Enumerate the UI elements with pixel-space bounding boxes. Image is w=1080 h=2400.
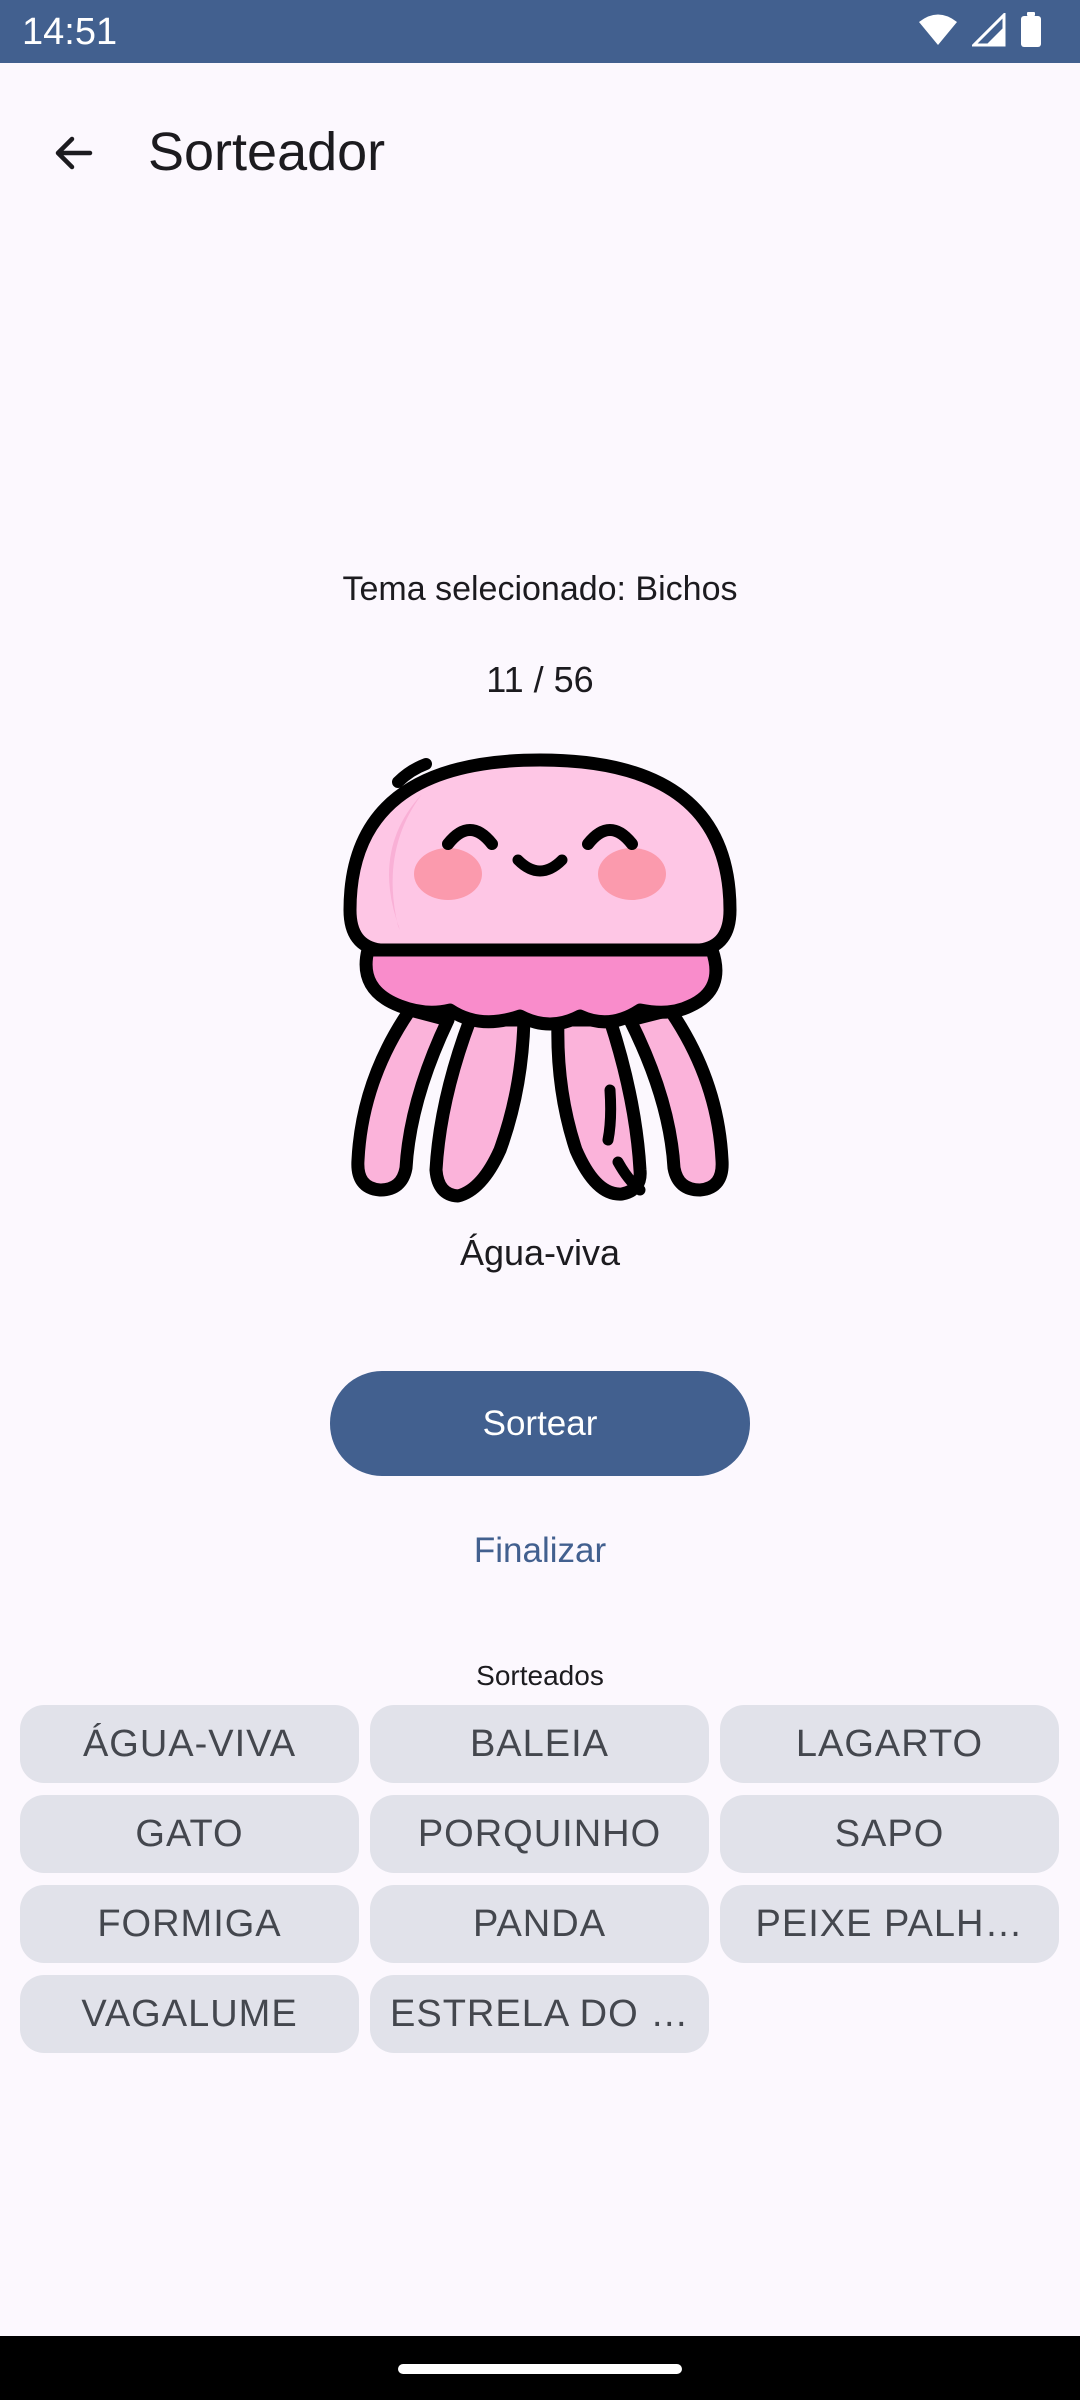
drawn-item-chip[interactable]: GATO: [20, 1795, 359, 1873]
drawn-item-chip[interactable]: ESTRELA DO …: [370, 1975, 709, 2053]
drawn-item-chip[interactable]: LAGARTO: [720, 1705, 1059, 1783]
status-icons: [918, 12, 1042, 48]
drawn-items-label: Sorteados: [476, 1660, 604, 1691]
top-app-bar: Sorteador: [0, 63, 1080, 233]
selected-theme-label: Tema selecionado: Bichos: [342, 570, 738, 608]
arrow-back-icon: [55, 136, 93, 170]
wifi-icon: [919, 14, 957, 45]
finish-button[interactable]: Finalizar: [0, 1526, 1080, 1576]
drawn-item-chip[interactable]: SAPO: [720, 1795, 1059, 1873]
status-bar: 14:51: [0, 0, 1080, 63]
drawn-item-chip[interactable]: PEIXE PALH…: [720, 1885, 1059, 1963]
drawn-item-chip[interactable]: ÁGUA-VIVA: [20, 1705, 359, 1783]
drawn-item-chip[interactable]: BALEIA: [370, 1705, 709, 1783]
battery-icon: [1021, 12, 1041, 47]
status-time: 14:51: [22, 11, 118, 53]
navigation-bar: [0, 2336, 1080, 2400]
drawn-item-chip[interactable]: VAGALUME: [20, 1975, 359, 2053]
jellyfish-illustration: [340, 720, 740, 1210]
home-gesture-handle[interactable]: [398, 2364, 682, 2374]
drawn-item-chip[interactable]: PORQUINHO: [370, 1795, 709, 1873]
drawn-item-chip[interactable]: FORMIGA: [20, 1885, 359, 1963]
drawn-item-chip[interactable]: PANDA: [370, 1885, 709, 1963]
draw-counter: 11 / 56: [486, 659, 594, 700]
draw-button[interactable]: Sortear: [330, 1371, 750, 1476]
signal-icon: [972, 13, 1006, 47]
page-title: Sorteador: [148, 122, 386, 182]
back-button[interactable]: [34, 113, 114, 193]
drawn-item-name: Água-viva: [459, 1232, 621, 1273]
drawn-items-grid: ÁGUA-VIVA BALEIA LAGARTO GATO PORQUINHO …: [20, 1705, 1060, 2053]
